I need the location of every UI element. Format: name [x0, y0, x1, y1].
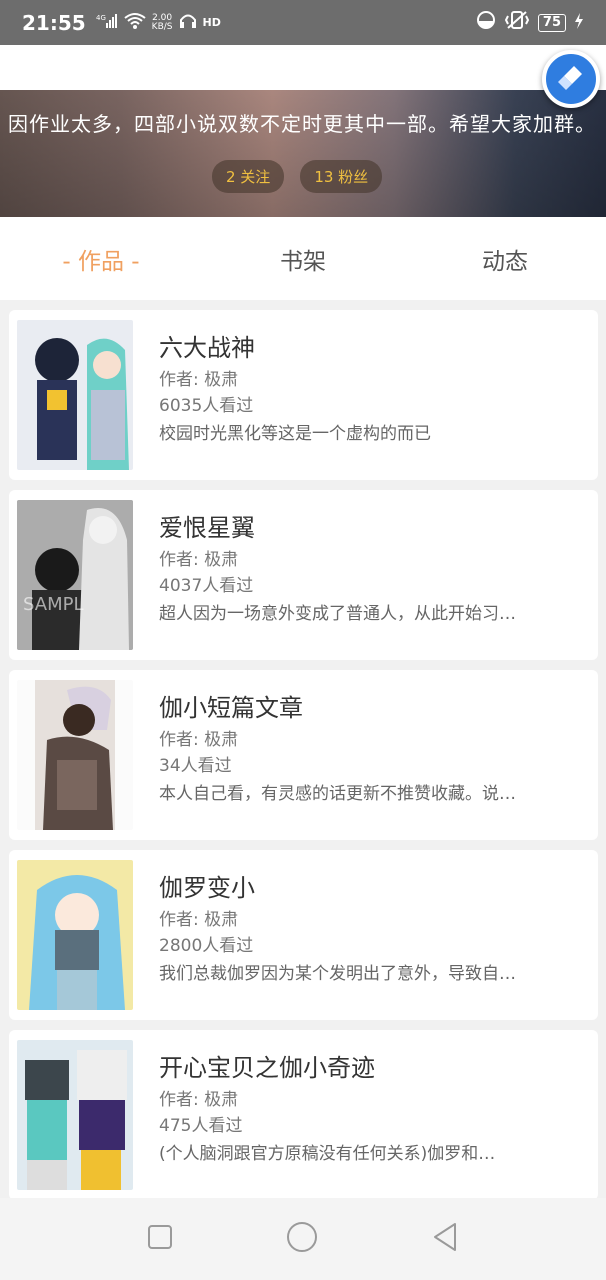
- work-author: 作者: 极肃: [159, 1090, 239, 1110]
- work-info: 六大战神 作者: 极肃 6035人看过 校园时光黑化等这是一个虚构的而已: [159, 328, 589, 449]
- work-description: 本人自己看，有灵感的话更新不推赞收藏。说…: [159, 784, 516, 804]
- tab-activity[interactable]: 动态: [404, 242, 606, 276]
- work-cover-image: [17, 1040, 133, 1190]
- work-title: 伽小短篇文章: [159, 694, 303, 722]
- work-info: 爱恨星翼 作者: 极肃 4037人看过 超人因为一场意外变成了普通人，从此开始习…: [159, 508, 589, 629]
- signal-icon: 4G: [96, 13, 118, 32]
- headset-icon: [179, 12, 197, 33]
- work-card[interactable]: 伽罗变小 作者: 极肃 2800人看过 我们总裁伽罗因为某个发明出了意外，导致自…: [9, 850, 598, 1020]
- broom-icon: [556, 62, 586, 96]
- work-description: 我们总裁伽罗因为某个发明出了意外，导致自…: [159, 964, 516, 984]
- status-time: 21:55: [22, 10, 86, 35]
- work-card[interactable]: 伽小短篇文章 作者: 极肃 34人看过 本人自己看，有灵感的话更新不推赞收藏。说…: [9, 670, 598, 840]
- work-author: 作者: 极肃: [159, 910, 239, 930]
- work-title: 爱恨星翼: [159, 514, 255, 542]
- svg-text:SAMPL: SAMPL: [23, 594, 84, 615]
- status-right: 75: [476, 10, 584, 35]
- followers-button[interactable]: 13 粉丝: [300, 160, 383, 193]
- work-views: 34人看过: [159, 756, 232, 776]
- vibrate-icon: [504, 10, 530, 35]
- work-title: 开心宝贝之伽小奇迹: [159, 1054, 375, 1082]
- charging-icon: [574, 12, 584, 34]
- work-card[interactable]: 六大战神 作者: 极肃 6035人看过 校园时光黑化等这是一个虚构的而已: [9, 310, 598, 480]
- following-button[interactable]: 2 关注: [212, 160, 285, 193]
- profile-bio: 因作业太多，四部小说双数不定时更其中一部。希望大家加群。: [8, 112, 596, 136]
- work-author: 作者: 极肃: [159, 370, 239, 390]
- tab-bookshelf[interactable]: 书架: [202, 242, 404, 276]
- work-cover-image: [17, 320, 133, 470]
- network-indicators: 4G 2.00 KB/S HD: [96, 12, 221, 33]
- header-strip: [0, 45, 606, 90]
- work-description: (个人脑洞跟官方原稿没有任何关系)伽罗和…: [159, 1144, 496, 1164]
- profile-banner: 因作业太多，四部小说双数不定时更其中一部。希望大家加群。 2 关注 13 粉丝: [0, 90, 606, 217]
- system-nav-bar: [0, 1198, 606, 1280]
- works-list: 六大战神 作者: 极肃 6035人看过 校园时光黑化等这是一个虚构的而已 SAM…: [9, 310, 598, 1210]
- work-cover-image: [17, 680, 133, 830]
- profile-stats: 2 关注 13 粉丝: [212, 160, 383, 193]
- profile-tabs: - 作品 - 书架 动态: [0, 217, 606, 300]
- work-info: 伽小短篇文章 作者: 极肃 34人看过 本人自己看，有灵感的话更新不推赞收藏。说…: [159, 688, 589, 809]
- speed-unit: KB/S: [151, 21, 173, 32]
- circle-nav-icon[interactable]: [286, 1221, 318, 1257]
- square-nav-icon[interactable]: [147, 1224, 173, 1254]
- triangle-back-icon[interactable]: [431, 1222, 459, 1256]
- work-cover-image: SAMPL: [17, 500, 133, 650]
- work-description: 校园时光黑化等这是一个虚构的而已: [159, 424, 431, 444]
- hd-label: HD: [202, 15, 221, 29]
- wifi-icon: [124, 12, 146, 33]
- work-views: 4037人看过: [159, 576, 254, 596]
- work-author: 作者: 极肃: [159, 730, 239, 750]
- work-cover-image: [17, 860, 133, 1010]
- work-views: 475人看过: [159, 1116, 243, 1136]
- battery-indicator: 75: [537, 13, 566, 32]
- clean-float-button[interactable]: [542, 50, 600, 108]
- work-card[interactable]: SAMPL 爱恨星翼 作者: 极肃 4037人看过 超人因为一场意外变成了普通人…: [9, 490, 598, 660]
- network-speed: 2.00 KB/S: [151, 13, 173, 32]
- work-card[interactable]: 开心宝贝之伽小奇迹 作者: 极肃 475人看过 (个人脑洞跟官方原稿没有任何关系…: [9, 1030, 598, 1200]
- tab-works[interactable]: - 作品 -: [0, 242, 202, 276]
- moon-icon: [476, 10, 496, 35]
- work-author: 作者: 极肃: [159, 550, 239, 570]
- network-type-label: 4G: [96, 14, 106, 22]
- work-title: 伽罗变小: [159, 874, 255, 902]
- status-bar: 21:55 4G 2.00 KB/S HD 75: [0, 0, 606, 45]
- work-views: 2800人看过: [159, 936, 254, 956]
- work-info: 伽罗变小 作者: 极肃 2800人看过 我们总裁伽罗因为某个发明出了意外，导致自…: [159, 868, 589, 989]
- work-views: 6035人看过: [159, 396, 254, 416]
- work-title: 六大战神: [159, 334, 255, 362]
- work-info: 开心宝贝之伽小奇迹 作者: 极肃 475人看过 (个人脑洞跟官方原稿没有任何关系…: [159, 1048, 589, 1169]
- work-description: 超人因为一场意外变成了普通人，从此开始习…: [159, 604, 516, 624]
